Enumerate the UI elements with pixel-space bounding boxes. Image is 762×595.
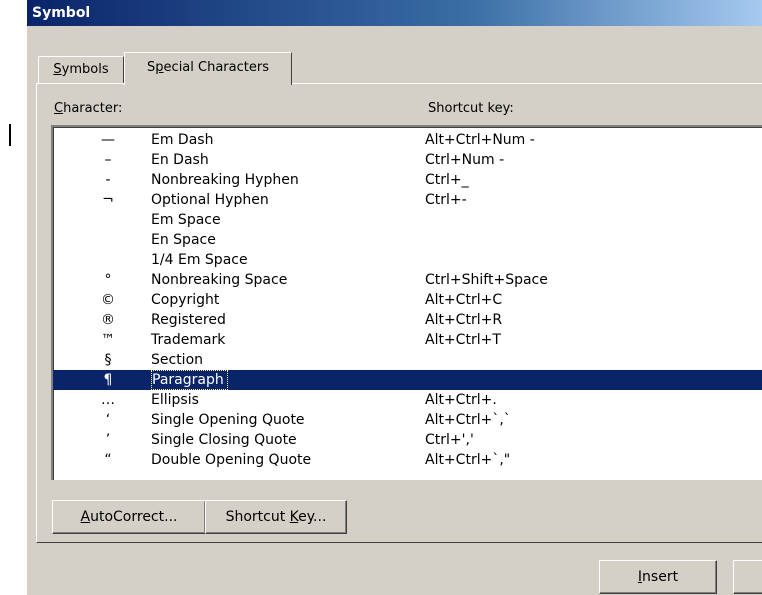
special-characters-list[interactable]: — Em Dash Alt+Ctrl+Num - – En Dash Ctrl+Num -… (51, 125, 762, 480)
list-item[interactable]: ’ Single Closing Quote Ctrl+',' (53, 430, 762, 450)
shortcut-key-label: ey... (298, 509, 327, 525)
list-item[interactable]: ‘ Single Opening Quote Alt+Ctrl+`,` (53, 410, 762, 430)
shortcut-key-text: Alt+Ctrl+C (425, 292, 503, 308)
symbol-dialog: Symbol Symbols Special Characters Charac… (26, 0, 762, 595)
character-name: Double Opening Quote (151, 452, 312, 468)
character-name: Nonbreaking Hyphen (151, 172, 299, 188)
character-glyph: “ (104, 452, 112, 468)
character-name: Trademark (151, 332, 226, 348)
tab-symbols-accel: S (53, 62, 62, 77)
shortcut-key-text: Ctrl+',' (425, 432, 474, 448)
list-item[interactable]: “ Double Opening Quote Alt+Ctrl+`," (53, 450, 762, 470)
tab-special-accel: p (155, 60, 164, 75)
character-name: Em Space (151, 212, 221, 228)
character-glyph: ‘ (105, 412, 111, 428)
list-item[interactable]: © Copyright Alt+Ctrl+C (53, 290, 762, 310)
character-name: Copyright (151, 292, 220, 308)
character-glyph: ° (104, 272, 112, 288)
autocorrect-label: utoCorrect... (90, 509, 178, 525)
tab-special-label: ecial Characters (163, 60, 269, 75)
character-glyph: - (105, 172, 111, 188)
character-name: En Dash (151, 152, 209, 168)
character-name: En Space (151, 232, 216, 248)
insert-label: nsert (642, 569, 679, 585)
tab-special-characters[interactable]: Special Characters (124, 52, 292, 85)
character-name: Ellipsis (151, 392, 199, 408)
list-item[interactable]: – En Dash Ctrl+Num - (53, 150, 762, 170)
character-name: Single Closing Quote (151, 432, 297, 448)
character-glyph: ’ (105, 432, 111, 448)
shortcut-key-text: Alt+Ctrl+`," (425, 452, 511, 468)
character-name: 1/4 Em Space (151, 252, 248, 268)
shortcut-key-text: Ctrl+Shift+Space (425, 272, 548, 288)
character-glyph: ¶ (103, 372, 113, 388)
list-item[interactable]: - Nonbreaking Hyphen Ctrl+_ (53, 170, 762, 190)
shortcut-key-text: Alt+Ctrl+. (425, 392, 497, 408)
list-item[interactable]: § Section (53, 350, 762, 370)
list-item[interactable]: 1/4 Em Space (53, 250, 762, 270)
character-name: Optional Hyphen (151, 192, 269, 208)
character-header-accel: C (54, 101, 64, 116)
character-name: Registered (151, 312, 226, 328)
list-item[interactable]: — Em Dash Alt+Ctrl+Num - (53, 130, 762, 150)
shortcut-key-button[interactable]: Shortcut Key... (205, 500, 347, 534)
shortcut-key-text: Alt+Ctrl+T (425, 332, 501, 348)
insert-button[interactable]: Insert (599, 560, 717, 594)
shortcut-column-header: Shortcut key: (428, 101, 514, 116)
autocorrect-button[interactable]: AutoCorrect... (52, 500, 206, 534)
shortcut-key-text: Ctrl+_ (425, 172, 469, 188)
tab-symbols-label: ymbols (61, 62, 109, 77)
character-glyph: ® (101, 312, 115, 328)
tab-symbols[interactable]: Symbols (38, 56, 124, 84)
character-name: Single Opening Quote (151, 412, 305, 428)
shortcut-key-text: Alt+Ctrl+`,` (425, 412, 511, 428)
list-item[interactable]: … Ellipsis Alt+Ctrl+. (53, 390, 762, 410)
window-title: Symbol (27, 0, 762, 26)
list-item[interactable]: En Space (53, 230, 762, 250)
list-item[interactable]: ™ Trademark Alt+Ctrl+T (53, 330, 762, 350)
character-glyph: — (101, 132, 115, 148)
list-item[interactable]: Em Space (53, 210, 762, 230)
character-glyph: … (101, 392, 115, 408)
character-column-header: Character: (54, 101, 122, 116)
shortcut-key-accel: K (289, 509, 299, 525)
shortcut-key-text: Alt+Ctrl+R (425, 312, 503, 328)
character-name: Nonbreaking Space (151, 272, 288, 288)
shortcut-key-text: Ctrl+- (425, 192, 467, 208)
character-header-label: haracter: (63, 101, 123, 116)
list-item[interactable]: ¶ Paragraph (53, 370, 762, 390)
character-glyph: ¬ (102, 192, 114, 208)
character-name: Em Dash (151, 132, 214, 148)
character-glyph: – (104, 152, 112, 168)
character-glyph: ™ (101, 332, 115, 348)
autocorrect-accel: A (80, 509, 91, 525)
list-item[interactable]: ° Nonbreaking Space Ctrl+Shift+Space (53, 270, 762, 290)
text-cursor-bar (9, 124, 11, 146)
character-glyph: § (104, 352, 112, 368)
character-glyph: © (101, 292, 115, 308)
shortcut-key-pre: Shortcut (225, 509, 290, 525)
cancel-button[interactable] (733, 560, 762, 594)
shortcut-key-text: Ctrl+Num - (425, 152, 505, 168)
list-item[interactable]: ® Registered Alt+Ctrl+R (53, 310, 762, 330)
shortcut-key-text: Alt+Ctrl+Num - (425, 132, 535, 148)
character-name: Paragraph (151, 370, 228, 390)
character-name: Section (151, 352, 204, 368)
list-item[interactable]: ¬ Optional Hyphen Ctrl+- (53, 190, 762, 210)
